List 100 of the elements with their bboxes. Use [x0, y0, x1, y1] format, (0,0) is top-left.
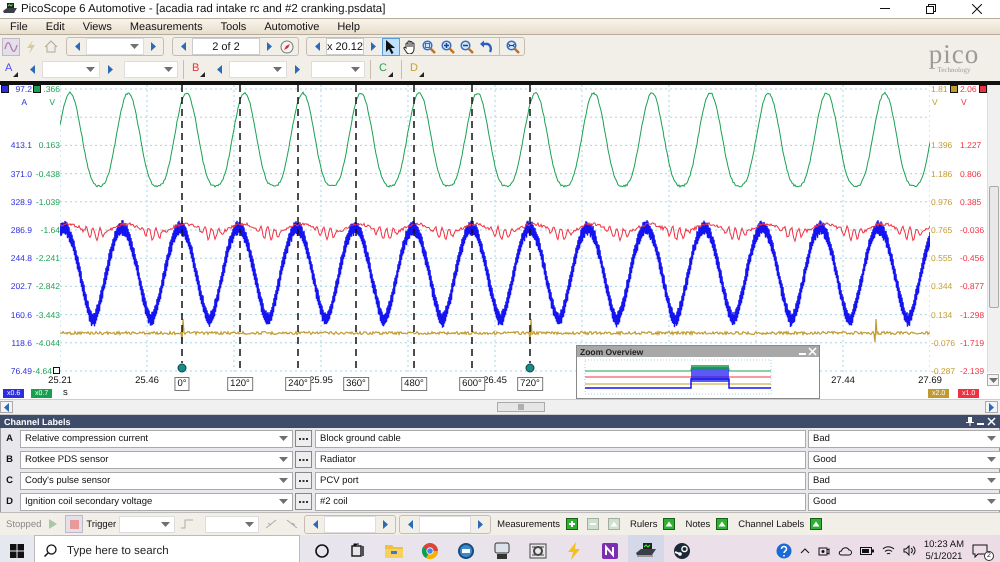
axis-tick-label: 0.344 [931, 281, 952, 292]
close-icon[interactable] [987, 417, 996, 426]
pointer-tool-button[interactable] [382, 38, 400, 56]
lightning-icon [25, 40, 37, 54]
dropdown[interactable] [205, 516, 260, 532]
more-button[interactable] [295, 493, 312, 510]
location-field[interactable]: Block ground cable [315, 430, 806, 448]
ruler-handle[interactable] [178, 364, 186, 372]
time-unit: s [63, 387, 68, 398]
app-icon[interactable] [492, 542, 512, 560]
more-button[interactable] [295, 472, 312, 489]
wifi-icon[interactable] [882, 545, 895, 556]
clock-time[interactable]: 10:23 AM [924, 538, 964, 550]
menu-item[interactable]: Automotive [254, 20, 328, 32]
axis-tick-label: -1.039 [36, 196, 60, 207]
range-dropdown[interactable] [42, 61, 100, 78]
axis-tick-label: 1.186 [931, 168, 952, 179]
caret-icon [279, 436, 288, 441]
zoom-field[interactable]: x 20.12 [326, 38, 364, 55]
axis-tick-label: -3.443 [36, 310, 60, 320]
scroll-left-button[interactable] [0, 401, 13, 413]
more-button[interactable] [295, 451, 312, 468]
zoom-area-tool-button[interactable] [420, 38, 438, 56]
menu-item[interactable]: Views [72, 20, 120, 32]
status-dropdown[interactable]: Good [808, 492, 1000, 510]
probe-dropdown[interactable]: Cody's pulse sensor [20, 472, 293, 490]
help-icon[interactable] [776, 542, 792, 558]
location-field[interactable]: PCV port [315, 472, 806, 490]
axis-tick-label: 97.2 [15, 84, 32, 94]
channel-button[interactable]: B [189, 60, 209, 79]
channel-letter: C [5, 475, 14, 486]
status-dropdown[interactable]: Good [808, 450, 1000, 468]
probe-dropdown[interactable]: Ignition coil secondary voltage [20, 492, 293, 510]
chevron-up-icon[interactable] [800, 548, 810, 554]
zoom-in-icon [441, 40, 455, 54]
steam-icon[interactable] [673, 542, 691, 560]
axis-tick-label: -2.842 [36, 281, 60, 292]
coupling-dropdown[interactable] [124, 61, 178, 78]
cortana-icon[interactable] [314, 542, 330, 558]
oscilloscope-plot[interactable] [60, 85, 930, 373]
search-field[interactable]: Type here to search [34, 535, 300, 562]
menu-item[interactable]: Tools [210, 20, 254, 32]
caret-icon [279, 457, 288, 462]
menu-item[interactable]: Measurements [120, 20, 211, 32]
ruler-label[interactable]: 0° [174, 377, 190, 391]
meet-icon[interactable] [818, 544, 830, 556]
channel-button[interactable]: A [2, 60, 22, 79]
ruler-label[interactable]: 720° [517, 377, 543, 391]
scroll-down-button[interactable] [987, 374, 999, 386]
channels-button[interactable] [2, 38, 20, 56]
taskbar-app[interactable] [628, 535, 664, 562]
page-field[interactable]: 2 of 2 [192, 38, 260, 55]
ruler-label[interactable]: 480° [401, 377, 427, 391]
chrome-icon[interactable] [421, 542, 439, 560]
right-arrow-icon [382, 520, 389, 528]
location-field[interactable]: Radiator [315, 450, 806, 468]
oscilloscope-icon[interactable] [635, 540, 657, 558]
coupling-dropdown[interactable] [311, 61, 365, 78]
round-app-icon[interactable] [457, 542, 475, 560]
value-field[interactable] [324, 516, 376, 532]
range-dropdown[interactable] [229, 61, 287, 78]
speaker-icon[interactable] [902, 545, 916, 556]
scroll-right-button[interactable] [985, 401, 998, 413]
task-view-icon[interactable] [350, 542, 366, 558]
zoom-out-tool-button[interactable] [458, 38, 476, 56]
probe-dropdown[interactable]: Rotkee PDS sensor [20, 450, 293, 468]
zoom-fit-tool-button[interactable] [504, 38, 522, 56]
menu-item[interactable]: File [0, 20, 36, 32]
menu-item[interactable]: Help [327, 20, 368, 32]
ruler-line[interactable] [181, 85, 183, 363]
battery-icon[interactable] [860, 546, 874, 554]
cloud-icon[interactable] [838, 546, 852, 556]
status-dropdown[interactable]: Bad [808, 430, 1000, 448]
right-arrow-icon [150, 42, 156, 51]
add-measurement-button[interactable] [563, 515, 581, 533]
scroll-thumb[interactable] [497, 402, 545, 412]
pin-icon[interactable] [966, 417, 974, 426]
location-field[interactable]: #2 coil [315, 492, 806, 510]
notebook-icon[interactable] [601, 542, 619, 560]
more-button[interactable] [295, 430, 312, 447]
ruler-label[interactable]: 360° [343, 377, 369, 391]
caret-icon [987, 457, 996, 462]
compass-button[interactable] [278, 38, 296, 56]
scroll-thumb[interactable] [989, 186, 999, 308]
dropdown[interactable] [86, 38, 144, 55]
status-dropdown[interactable]: Bad [808, 472, 1000, 490]
ruler-label[interactable]: 120° [227, 377, 253, 391]
trigger-dropdown[interactable] [119, 516, 176, 532]
clock-date[interactable]: 5/1/2021 [925, 550, 962, 562]
axis-tick-label: 1.81 [931, 84, 948, 94]
ruler-handle[interactable] [526, 364, 534, 372]
value-field[interactable] [419, 516, 472, 532]
probe-dropdown[interactable]: Relative compression current [20, 430, 293, 448]
ruler-label[interactable]: 600° [459, 377, 485, 391]
menu-item[interactable]: Edit [36, 20, 73, 32]
ruler-label[interactable]: 240° [285, 377, 311, 391]
zoom-in-tool-button[interactable] [439, 38, 457, 56]
ruler-line[interactable] [529, 85, 531, 363]
axis-unit: V [961, 97, 967, 107]
panel-title: Channel Labels [4, 416, 72, 426]
